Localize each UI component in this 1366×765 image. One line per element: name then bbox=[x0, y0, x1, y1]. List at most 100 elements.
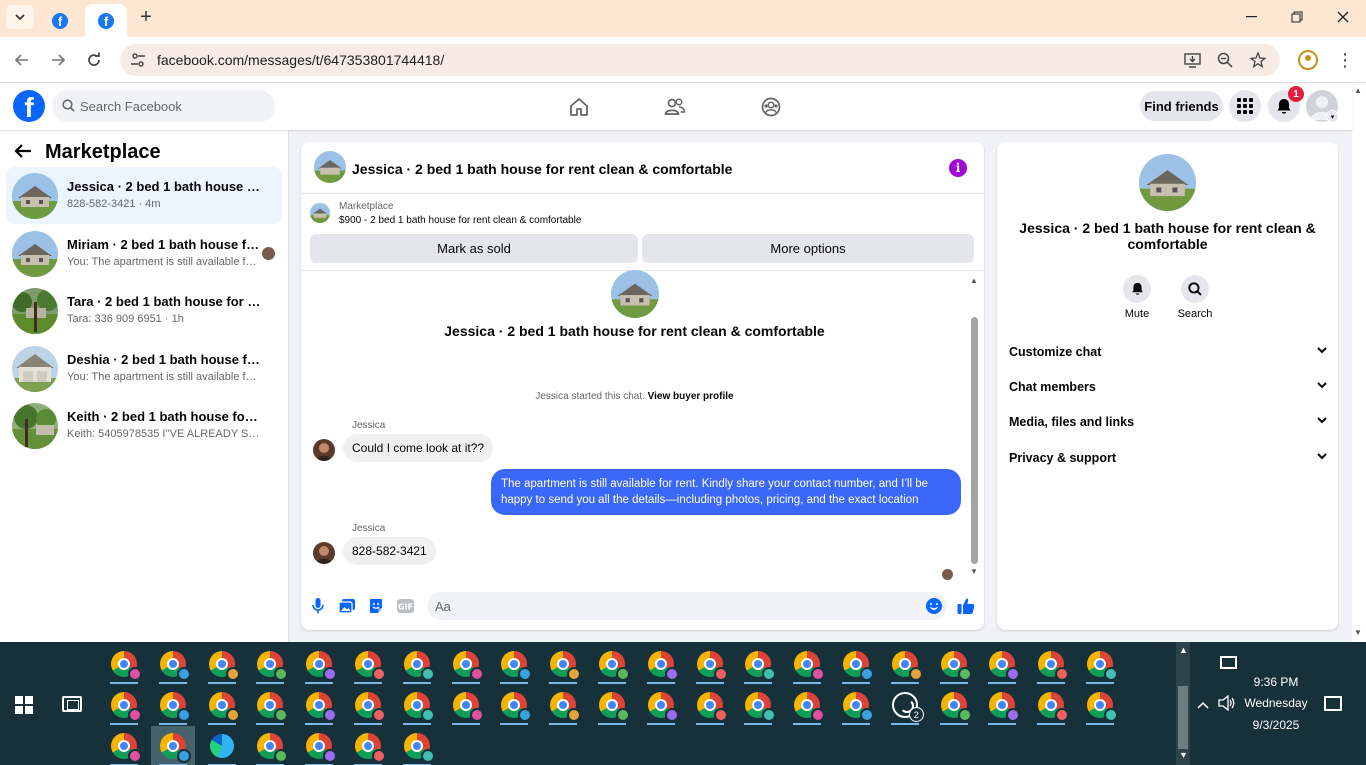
customize-chat-section[interactable]: Customize chat bbox=[1009, 345, 1327, 365]
taskbar-chrome-window-button[interactable] bbox=[200, 685, 244, 725]
incoming-message[interactable]: 828-582-3421 bbox=[343, 537, 436, 565]
taskbar-chrome-window-button[interactable] bbox=[492, 644, 536, 684]
taskbar-chrome-window-button[interactable] bbox=[688, 685, 732, 725]
taskbar-chrome-window-button[interactable] bbox=[102, 644, 146, 684]
message-input[interactable] bbox=[427, 592, 947, 620]
chat-header-avatar[interactable] bbox=[314, 151, 346, 183]
taskbar-chrome-window-button[interactable] bbox=[492, 685, 536, 725]
taskbar-chrome-window-button[interactable] bbox=[980, 685, 1024, 725]
photo-attach-icon[interactable] bbox=[338, 597, 356, 615]
taskbar-chrome-window-button[interactable] bbox=[785, 685, 829, 725]
show-hidden-icons-icon[interactable] bbox=[1197, 696, 1209, 712]
clock-time[interactable]: 9:36 PM bbox=[1236, 675, 1316, 689]
chat-scrollbar-thumb[interactable] bbox=[971, 317, 978, 564]
browser-profile-icon[interactable] bbox=[1298, 50, 1318, 70]
taskbar-chrome-window-button[interactable] bbox=[395, 685, 439, 725]
restore-button[interactable] bbox=[1282, 5, 1312, 29]
browser-tab-facebook-2[interactable]: f bbox=[85, 4, 127, 37]
taskbar-chrome-window-button[interactable] bbox=[151, 685, 195, 725]
taskbar-chrome-window-button[interactable] bbox=[1029, 644, 1073, 684]
taskbar-chrome-window-button[interactable] bbox=[1078, 644, 1122, 684]
listing-price-title[interactable]: $900 - 2 bed 1 bath house for rent clean… bbox=[339, 215, 581, 226]
clock-day[interactable]: Wednesday bbox=[1236, 696, 1316, 710]
taskbar-chrome-window-button[interactable] bbox=[346, 644, 390, 684]
taskbar-chrome-window-button[interactable] bbox=[1078, 685, 1122, 725]
mute-action[interactable]: Mute bbox=[1112, 275, 1162, 320]
incoming-message[interactable]: Could I come look at it?? bbox=[343, 434, 494, 462]
panel-listing-avatar[interactable] bbox=[1139, 154, 1196, 211]
new-tab-button[interactable]: + bbox=[136, 6, 156, 29]
friends-nav-icon[interactable] bbox=[663, 95, 687, 119]
taskbar-chrome-window-button[interactable] bbox=[1029, 685, 1073, 725]
back-button[interactable] bbox=[11, 49, 33, 71]
taskbar-chrome-window-button[interactable] bbox=[688, 644, 732, 684]
sender-avatar[interactable] bbox=[313, 439, 335, 461]
sticker-icon[interactable] bbox=[367, 597, 385, 615]
task-view-icon[interactable] bbox=[62, 696, 82, 712]
outgoing-message[interactable]: The apartment is still available for ren… bbox=[491, 469, 961, 515]
windows-start-icon[interactable] bbox=[15, 696, 33, 714]
gif-icon[interactable]: GIF bbox=[396, 597, 414, 615]
taskbar-scroll-thumb[interactable] bbox=[1178, 686, 1188, 749]
facebook-logo-icon[interactable]: f bbox=[13, 90, 45, 122]
taskbar-chrome-window-button[interactable] bbox=[395, 644, 439, 684]
taskbar-chrome-window-button[interactable] bbox=[346, 726, 390, 765]
taskbar-chrome-window-button[interactable] bbox=[883, 644, 927, 684]
search-in-conversation-button[interactable] bbox=[1181, 275, 1209, 303]
action-center-icon[interactable] bbox=[1324, 696, 1342, 711]
home-nav-icon[interactable] bbox=[567, 95, 591, 119]
taskbar-chrome-window-button[interactable] bbox=[932, 644, 976, 684]
taskbar-chrome-window-button[interactable] bbox=[151, 644, 195, 684]
groups-nav-icon[interactable] bbox=[759, 95, 783, 119]
taskbar-scrollbar[interactable]: ▲ ▼ bbox=[1176, 642, 1190, 765]
url-text[interactable]: facebook.com/messages/t/647353801744418/ bbox=[157, 52, 444, 68]
browser-tab-facebook-1[interactable]: f bbox=[40, 4, 80, 37]
taskbar-chrome-window-button[interactable] bbox=[248, 685, 292, 725]
taskbar-chrome-window-button[interactable] bbox=[150, 726, 195, 765]
volume-icon[interactable] bbox=[1218, 694, 1236, 715]
taskbar-chrome-window-button[interactable] bbox=[444, 644, 488, 684]
chat-scroll-down-arrow[interactable]: ▼ bbox=[970, 567, 978, 576]
mark-as-sold-button[interactable]: Mark as sold bbox=[310, 234, 638, 263]
menu-grid-button[interactable] bbox=[1229, 90, 1261, 122]
bookmark-star-icon[interactable] bbox=[1249, 51, 1267, 69]
zoom-icon[interactable] bbox=[1216, 51, 1234, 69]
sender-avatar[interactable] bbox=[313, 542, 335, 564]
more-options-button[interactable]: More options bbox=[642, 234, 974, 263]
taskbar-chrome-window-button[interactable] bbox=[834, 644, 878, 684]
taskbar-scroll-down-arrow[interactable]: ▼ bbox=[1179, 750, 1188, 760]
conversation-item-keith[interactable]: Keith · 2 bed 1 bath house for rent clea… bbox=[6, 397, 282, 454]
conversation-item-jessica[interactable]: Jessica · 2 bed 1 bath house for rent cl… bbox=[6, 167, 282, 224]
taskbar-chrome-window-button[interactable] bbox=[639, 685, 683, 725]
taskbar-chrome-window-button[interactable] bbox=[932, 685, 976, 725]
mute-button[interactable] bbox=[1123, 275, 1151, 303]
taskbar-chrome-window-button[interactable] bbox=[102, 685, 146, 725]
chat-scroll-up-arrow[interactable]: ▲ bbox=[970, 276, 978, 285]
find-friends-button[interactable]: Find friends bbox=[1140, 91, 1223, 121]
chat-members-section[interactable]: Chat members bbox=[1009, 380, 1327, 400]
reload-button[interactable] bbox=[83, 49, 105, 71]
privacy-support-section[interactable]: Privacy & support bbox=[1009, 451, 1327, 471]
taskbar-chrome-window-button[interactable] bbox=[590, 644, 634, 684]
clock-date[interactable]: 9/3/2025 bbox=[1236, 718, 1316, 732]
microphone-icon[interactable] bbox=[309, 597, 327, 615]
listing-thumbnail[interactable] bbox=[310, 203, 330, 223]
taskbar-chrome-window-button[interactable] bbox=[200, 644, 244, 684]
conversation-item-miriam[interactable]: Miriam · 2 bed 1 bath house for rent cle… bbox=[6, 225, 282, 282]
taskbar-chrome-window-button[interactable] bbox=[346, 685, 390, 725]
browser-menu-icon[interactable]: ⋮ bbox=[1336, 49, 1354, 71]
back-arrow-icon[interactable] bbox=[14, 142, 32, 165]
chat-title[interactable]: Jessica · 2 bed 1 bath house for rent cl… bbox=[352, 161, 732, 177]
taskbar-chrome-window-button[interactable] bbox=[785, 644, 829, 684]
conversation-item-tara[interactable]: Tara · 2 bed 1 bath house for rent clean… bbox=[6, 282, 282, 339]
conversation-info-icon[interactable]: i bbox=[949, 159, 967, 177]
taskbar-chrome-window-button[interactable] bbox=[297, 726, 341, 765]
page-scroll-down-arrow[interactable]: ▼ bbox=[1354, 628, 1362, 637]
site-settings-icon[interactable] bbox=[130, 52, 146, 68]
forward-button[interactable] bbox=[47, 49, 69, 71]
view-buyer-profile-link[interactable]: View buyer profile bbox=[648, 391, 734, 402]
taskbar-chrome-window-button[interactable] bbox=[297, 685, 341, 725]
taskbar-chrome-window-button[interactable] bbox=[541, 644, 585, 684]
network-icon[interactable] bbox=[1220, 656, 1237, 669]
install-app-icon[interactable] bbox=[1183, 51, 1201, 69]
